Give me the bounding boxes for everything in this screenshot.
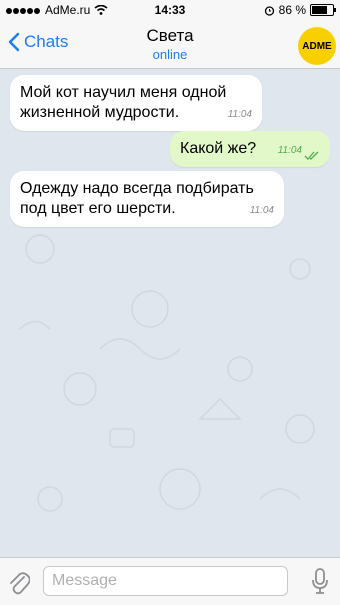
message-list[interactable]: Мой кот научил меня одной жизненной мудр…: [0, 69, 340, 557]
composer-bar: [0, 557, 340, 605]
status-bar: AdMe.ru 14:33 86 %: [0, 0, 340, 20]
contact-name: Света: [146, 26, 194, 45]
message-incoming[interactable]: Одежду надо всегда подбирать под цвет ег…: [10, 171, 284, 227]
message-line: Одежду надо всегда подбирать: [20, 180, 254, 197]
alarm-icon: [264, 5, 274, 16]
read-checkmarks-icon: [304, 151, 319, 160]
paperclip-icon[interactable]: [8, 569, 30, 595]
message-line: под цвет его шерсти.: [20, 200, 176, 217]
avatar-text: ADME: [302, 40, 332, 52]
message-incoming[interactable]: Мой кот научил меня одной жизненной мудр…: [10, 75, 262, 131]
message-time: 11:04: [227, 109, 252, 120]
status-right: 86 %: [264, 3, 336, 17]
message-time: 11:04: [249, 205, 274, 216]
message-input[interactable]: [43, 566, 288, 596]
message-line: Мой кот научил меня одной: [20, 84, 227, 101]
message-outgoing[interactable]: Какой же? 11:04: [170, 131, 330, 167]
battery-percent: 86 %: [278, 3, 306, 17]
microphone-icon[interactable]: [312, 568, 328, 594]
contact-status: online: [152, 47, 188, 62]
battery-icon: [310, 4, 336, 16]
chat-header: Chats Света online ADME: [0, 20, 340, 69]
message-line: жизненной мудрости.: [20, 104, 180, 121]
avatar[interactable]: ADME: [298, 27, 336, 65]
message-time: 11:04: [277, 145, 302, 156]
